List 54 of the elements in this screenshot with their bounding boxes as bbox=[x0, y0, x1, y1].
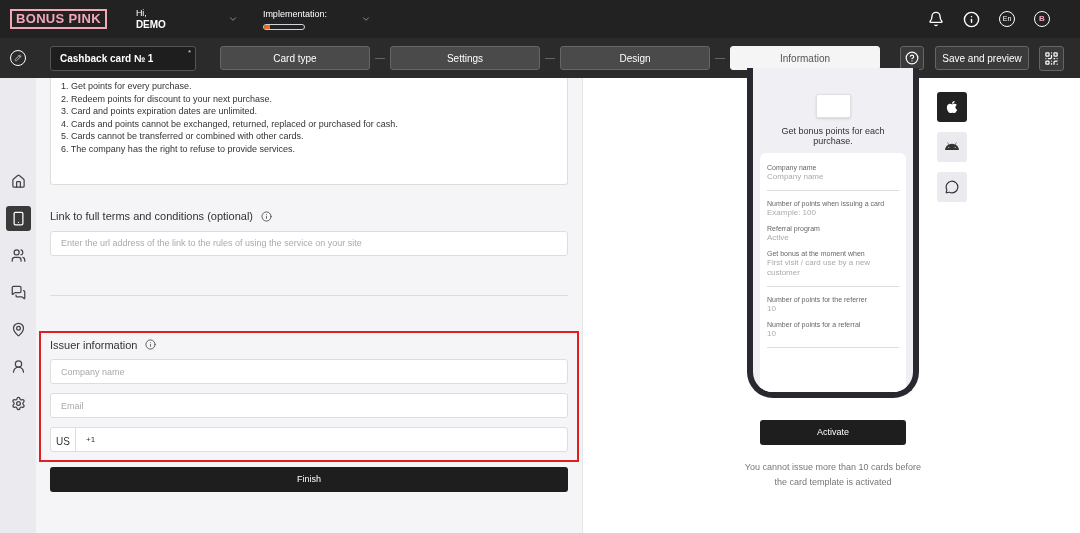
preview-field-value: Company name bbox=[767, 172, 825, 182]
field-label: Link to full terms and conditions (optional) bbox=[50, 209, 253, 224]
help-icon[interactable] bbox=[900, 46, 924, 70]
preview-field-value: First visit / card use by a new customer bbox=[767, 258, 872, 278]
preview-field-value: Active bbox=[767, 233, 790, 243]
chat-icon bbox=[10, 285, 26, 300]
step-tab[interactable]: Settings bbox=[390, 46, 540, 70]
country-selector[interactable]: US bbox=[51, 428, 76, 451]
card-thumbnail bbox=[815, 94, 851, 118]
activate-button[interactable]: Activate bbox=[760, 420, 906, 445]
preview-field-value: 10 bbox=[767, 329, 777, 339]
section-title: Issuer information bbox=[50, 337, 138, 353]
step-tab[interactable]: Design bbox=[560, 46, 710, 70]
implementation-label: Implementation: bbox=[262, 8, 327, 22]
greeting: Hi, bbox=[135, 7, 148, 19]
step-tab[interactable]: Information bbox=[730, 46, 880, 70]
home-icon bbox=[10, 174, 26, 189]
company-name-input[interactable]: Company name bbox=[50, 359, 568, 384]
phone-input[interactable]: US +1 bbox=[50, 427, 568, 452]
map-pin-icon bbox=[10, 322, 26, 337]
terms-line: 3. Card and points expiration dates are unlimited. bbox=[61, 105, 259, 118]
logo[interactable]: BONUS PINK bbox=[10, 9, 107, 29]
phone-icon bbox=[10, 211, 26, 226]
chat-icon bbox=[945, 180, 959, 194]
terms-line: 4. Cards and points cannot be exchanged, returned, replaced or purchased for cash. bbox=[61, 117, 399, 130]
chevron-down-icon[interactable] bbox=[360, 14, 371, 24]
email-input[interactable]: Email bbox=[50, 393, 568, 418]
terms-line: 2. Redeem points for discount to your next purchase. bbox=[61, 92, 274, 105]
platform-button[interactable] bbox=[937, 172, 967, 202]
step-tab[interactable]: Card type bbox=[220, 46, 370, 70]
chevron-down-icon[interactable] bbox=[227, 14, 238, 24]
user-icon bbox=[10, 359, 26, 374]
platform-button[interactable] bbox=[937, 92, 967, 122]
terms-line: 6. The company has the right to refuse to provide services. bbox=[61, 142, 296, 155]
user-name: DEMO bbox=[135, 19, 166, 31]
qr-code-icon[interactable] bbox=[1039, 45, 1064, 71]
terms-textarea[interactable] bbox=[50, 78, 568, 185]
preview-field-value: Example: 100 bbox=[767, 208, 817, 218]
apple-icon bbox=[945, 100, 959, 114]
save-preview-button[interactable]: Save and preview bbox=[935, 46, 1029, 70]
card-name-field[interactable]: Cashback card № 1 * bbox=[50, 45, 196, 71]
terms-line: 1. Get points for every purchase. bbox=[61, 80, 193, 93]
link-input[interactable]: Enter the url address of the link to the rules of using the service on your site bbox=[50, 230, 568, 256]
required-mark: * bbox=[187, 46, 191, 59]
preview-field-value: 10 bbox=[767, 304, 777, 314]
settings-icon bbox=[10, 396, 26, 411]
preview-title: Get bonus points for each purchase. bbox=[780, 126, 886, 146]
activation-note: You cannot issue more than 10 cards before the card template is activated bbox=[743, 461, 923, 489]
platform-button[interactable] bbox=[937, 132, 967, 162]
sidebar-item[interactable] bbox=[5, 206, 31, 231]
finish-button[interactable]: Finish bbox=[50, 467, 568, 492]
terms-line: 5. Cards cannot be transferred or combined with other cards. bbox=[61, 130, 305, 143]
bell-icon[interactable] bbox=[928, 11, 944, 27]
users-icon bbox=[10, 248, 26, 263]
